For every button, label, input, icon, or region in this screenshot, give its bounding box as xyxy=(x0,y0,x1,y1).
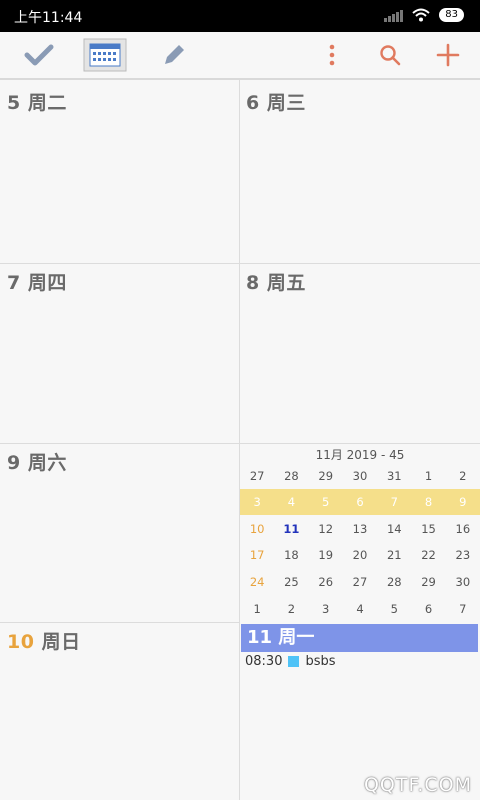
event-color-swatch xyxy=(288,656,300,667)
mini-day[interactable]: 5 xyxy=(377,596,411,622)
watermark: QQTF.COM xyxy=(363,774,472,796)
more-button[interactable] xyxy=(318,32,346,78)
add-button[interactable] xyxy=(432,32,464,78)
mini-day[interactable]: 4 xyxy=(343,596,377,622)
mini-day[interactable]: 4 xyxy=(274,489,308,515)
check-button[interactable] xyxy=(18,32,60,78)
mini-day[interactable]: 17 xyxy=(240,542,274,568)
event-item[interactable]: 08:30 bsbs xyxy=(245,654,336,669)
battery-indicator: 83 xyxy=(439,8,464,22)
mini-day[interactable]: 9 xyxy=(446,489,480,515)
more-vertical-icon xyxy=(329,44,335,66)
day-header-6: 6 周三 xyxy=(246,92,306,114)
mini-day[interactable]: 15 xyxy=(411,516,445,542)
mini-day[interactable]: 26 xyxy=(309,569,343,595)
day-header-9: 9 周六 xyxy=(7,452,67,474)
mini-day[interactable]: 8 xyxy=(411,489,445,515)
mini-day[interactable]: 3 xyxy=(309,596,343,622)
mini-day[interactable]: 16 xyxy=(446,516,480,542)
mini-day[interactable]: 1 xyxy=(240,596,274,622)
mini-day[interactable]: 29 xyxy=(309,463,343,489)
mini-month-week: 17 18 19 20 21 22 23 xyxy=(240,542,480,568)
mini-day[interactable]: 3 xyxy=(240,489,274,515)
mini-day[interactable]: 7 xyxy=(446,596,480,622)
search-icon xyxy=(380,45,401,66)
mini-day[interactable]: 19 xyxy=(309,542,343,568)
status-time: 上午11:44 xyxy=(14,10,83,26)
mini-day[interactable]: 21 xyxy=(377,542,411,568)
mini-day[interactable]: 18 xyxy=(274,542,308,568)
mini-month-week-current: 3 4 5 6 7 8 9 xyxy=(240,489,480,515)
mini-day[interactable]: 27 xyxy=(343,569,377,595)
mini-month-week: 1 2 3 4 5 6 7 xyxy=(240,596,480,622)
mini-day[interactable]: 31 xyxy=(377,463,411,489)
mini-day[interactable]: 23 xyxy=(446,542,480,568)
mini-day[interactable]: 30 xyxy=(343,463,377,489)
mini-month-week: 24 25 26 27 28 29 30 xyxy=(240,569,480,595)
mini-day[interactable]: 30 xyxy=(446,569,480,595)
mini-day[interactable]: 14 xyxy=(377,516,411,542)
mini-day[interactable]: 10 xyxy=(240,516,274,542)
mini-day[interactable]: 6 xyxy=(343,489,377,515)
mini-day[interactable]: 29 xyxy=(411,569,445,595)
mini-day[interactable]: 7 xyxy=(377,489,411,515)
mini-day[interactable]: 12 xyxy=(309,516,343,542)
mini-day[interactable]: 5 xyxy=(309,489,343,515)
mini-day[interactable]: 2 xyxy=(446,463,480,489)
edit-button[interactable] xyxy=(156,32,192,78)
day-header-10: 10 周日 xyxy=(7,631,81,653)
mini-day[interactable]: 22 xyxy=(411,542,445,568)
mini-month-week: 10 11 12 13 14 15 16 xyxy=(240,516,480,542)
mini-month-title: 11月 2019 - 45 xyxy=(315,448,405,462)
event-title: bsbs xyxy=(305,654,336,669)
wifi-icon xyxy=(412,8,430,22)
mini-day[interactable]: 20 xyxy=(343,542,377,568)
toolbar xyxy=(0,32,480,80)
check-icon xyxy=(24,44,54,66)
day-header-8: 8 周五 xyxy=(246,272,306,294)
event-time: 08:30 xyxy=(245,654,283,669)
day-header-5: 5 周二 xyxy=(7,92,67,114)
calendar-view-button[interactable] xyxy=(82,32,128,78)
calendar-icon xyxy=(83,38,127,72)
status-bar: 上午11:44 83 xyxy=(0,0,480,32)
signal-icon xyxy=(384,8,404,22)
pencil-icon xyxy=(165,45,184,64)
mini-day[interactable]: 6 xyxy=(411,596,445,622)
mini-day[interactable]: 28 xyxy=(377,569,411,595)
search-button[interactable] xyxy=(374,32,406,78)
mini-month-week: 27 28 29 30 31 1 2 xyxy=(240,463,480,489)
mini-day-today[interactable]: 11 xyxy=(274,516,308,542)
today-header: 11 周一 xyxy=(241,624,478,652)
mini-day[interactable]: 13 xyxy=(343,516,377,542)
day-header-7: 7 周四 xyxy=(7,272,67,294)
add-icon xyxy=(436,43,460,67)
mini-day[interactable]: 27 xyxy=(240,463,274,489)
mini-day[interactable]: 25 xyxy=(274,569,308,595)
mini-day[interactable]: 28 xyxy=(274,463,308,489)
mini-day[interactable]: 24 xyxy=(240,569,274,595)
mini-day[interactable]: 2 xyxy=(274,596,308,622)
mini-day[interactable]: 1 xyxy=(411,463,445,489)
